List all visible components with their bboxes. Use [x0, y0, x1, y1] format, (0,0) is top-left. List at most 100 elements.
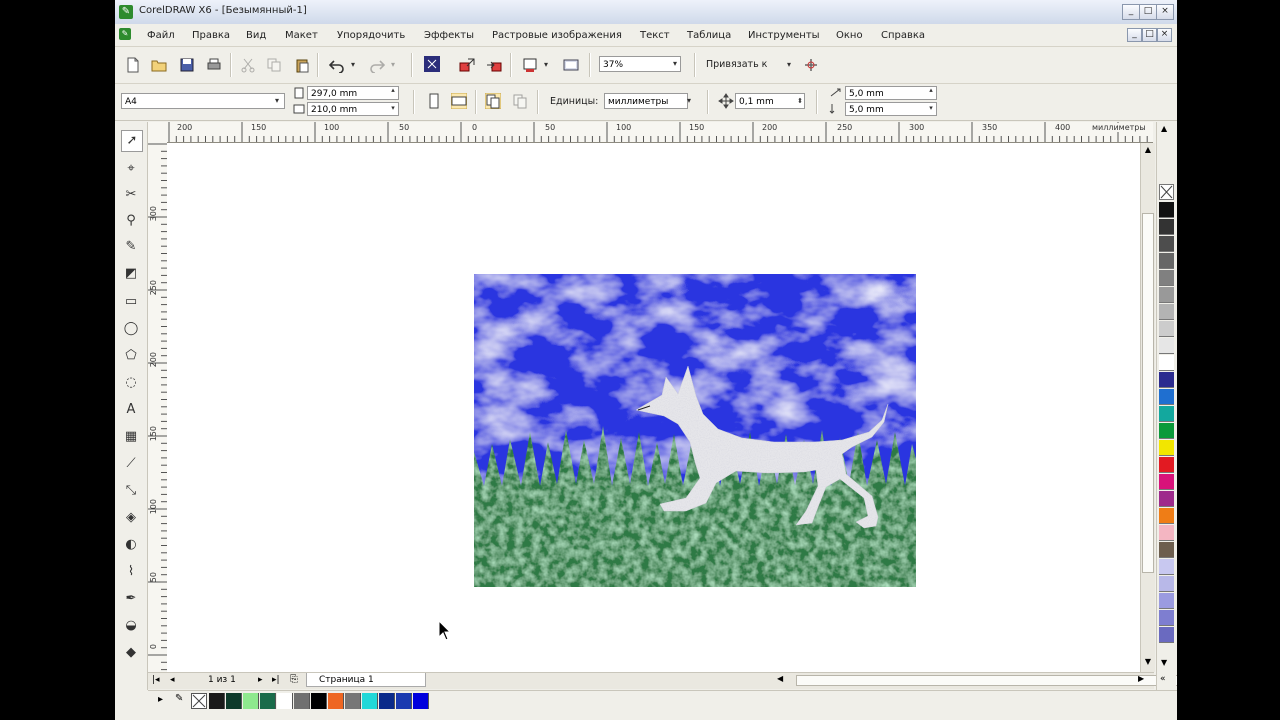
units-select[interactable]: миллиметры — [604, 93, 688, 109]
eyedropper-palette-icon[interactable]: ✎ — [175, 693, 183, 704]
palette-swatch[interactable] — [1159, 253, 1174, 269]
snap-to-dropdown-icon[interactable]: ▾ — [783, 58, 795, 72]
drawing-canvas[interactable] — [167, 143, 1140, 672]
vertical-ruler[interactable]: 300 250 200 150 100 50 0 — [148, 142, 168, 672]
palette-swatch[interactable] — [1159, 491, 1174, 507]
palette-swatch[interactable] — [1159, 525, 1174, 541]
document-color-swatch[interactable] — [243, 693, 259, 709]
undo-icon[interactable] — [329, 57, 345, 73]
menu-help[interactable]: Справка — [881, 30, 925, 41]
connector-tool-icon[interactable]: ⤡ — [121, 481, 141, 501]
application-launcher-icon[interactable] — [522, 57, 538, 73]
horizontal-scroll-thumb[interactable] — [796, 675, 1177, 686]
last-page-icon[interactable]: ▸| — [272, 675, 280, 685]
document-color-swatch[interactable] — [413, 693, 429, 709]
options-icon[interactable] — [803, 57, 819, 73]
add-page-icon[interactable]: ⎘ — [290, 674, 298, 685]
palette-options-icon[interactable]: ▸ — [158, 694, 163, 705]
document-color-swatch[interactable] — [226, 693, 242, 709]
page-width-field[interactable]: 297,0 mm — [307, 86, 399, 100]
current-page-icon[interactable] — [512, 93, 528, 109]
doc-close-button[interactable]: × — [1157, 28, 1172, 42]
new-document-icon[interactable] — [125, 57, 141, 73]
menu-view[interactable]: Вид — [246, 30, 266, 41]
palette-swatch[interactable] — [1159, 389, 1174, 405]
palette-expand-icon[interactable]: « — [1160, 674, 1166, 684]
menu-table[interactable]: Таблица — [687, 30, 731, 41]
palette-swatch[interactable] — [1159, 423, 1174, 439]
snap-to-label[interactable]: Привязать к — [706, 59, 767, 70]
landscape-icon[interactable] — [451, 93, 467, 109]
menu-bitmaps[interactable]: Растровые изображения — [492, 30, 622, 41]
scroll-right-icon[interactable]: ▶ — [1138, 674, 1144, 683]
height-spin-icon[interactable]: ▾ — [387, 103, 399, 113]
eyedropper-tool-icon[interactable]: ⌇ — [121, 562, 141, 582]
document-color-swatch[interactable] — [294, 693, 310, 709]
text-tool-icon[interactable]: A — [121, 400, 141, 420]
scroll-down-icon[interactable]: ▼ — [1142, 657, 1154, 667]
palette-swatch[interactable] — [1159, 304, 1174, 320]
no-fill-swatch[interactable] — [191, 693, 207, 709]
menu-arrange[interactable]: Упорядочить — [337, 30, 405, 41]
launcher-dropdown-icon[interactable]: ▾ — [540, 58, 552, 72]
palette-swatch[interactable] — [1159, 593, 1174, 609]
palette-swatch[interactable] — [1159, 355, 1174, 371]
vertical-scrollbar[interactable]: ▲ ▼ — [1140, 143, 1155, 672]
save-icon[interactable] — [179, 57, 195, 73]
palette-swatch[interactable] — [1159, 559, 1174, 575]
maximize-button[interactable]: □ — [1139, 4, 1157, 20]
menu-text[interactable]: Текст — [640, 30, 670, 41]
palette-swatch[interactable] — [1159, 270, 1174, 286]
import-icon[interactable] — [459, 57, 475, 73]
rectangle-tool-icon[interactable]: ▭ — [121, 292, 141, 312]
document-color-swatch[interactable] — [311, 693, 327, 709]
palette-scroll-up-icon[interactable]: ▲ — [1161, 124, 1167, 133]
document-color-swatch[interactable] — [396, 693, 412, 709]
palette-swatch[interactable] — [1159, 457, 1174, 473]
document-color-swatch[interactable] — [328, 693, 344, 709]
table-tool-icon[interactable]: ▦ — [121, 427, 141, 447]
palette-swatch[interactable] — [1159, 627, 1174, 643]
palette-swatch[interactable] — [1159, 338, 1174, 354]
duplicate-distance-y-field[interactable]: 5,0 mm — [845, 102, 937, 116]
close-button[interactable]: × — [1156, 4, 1174, 20]
paste-icon[interactable] — [294, 57, 310, 73]
shape-tool-icon[interactable]: ⌖ — [121, 159, 141, 179]
document-color-swatch[interactable] — [260, 693, 276, 709]
menu-file[interactable]: Файл — [147, 30, 175, 41]
crop-tool-icon[interactable]: ✂ — [121, 185, 141, 205]
palette-swatch[interactable] — [1159, 576, 1174, 592]
page-height-field[interactable]: 210,0 mm — [307, 102, 399, 116]
undo-dropdown-icon[interactable]: ▾ — [347, 58, 359, 72]
print-icon[interactable] — [206, 57, 222, 73]
export-icon[interactable] — [486, 57, 502, 73]
document-color-swatch[interactable] — [379, 693, 395, 709]
polygon-tool-icon[interactable]: ⬠ — [121, 346, 141, 366]
palette-swatch[interactable] — [1159, 236, 1174, 252]
units-dropdown-icon[interactable]: ▾ — [683, 94, 695, 108]
outline-pen-tool-icon[interactable]: ✒ — [121, 589, 141, 609]
page-size-dropdown-icon[interactable]: ▾ — [271, 94, 283, 108]
minimize-button[interactable]: _ — [1122, 4, 1140, 20]
palette-swatch[interactable] — [1159, 610, 1174, 626]
duplicate-distance-x-field[interactable]: 5,0 mm — [845, 86, 937, 100]
nudge-spin-icon[interactable]: ⬍ — [794, 94, 806, 108]
palette-swatch[interactable] — [1159, 508, 1174, 524]
palette-swatch[interactable] — [1159, 219, 1174, 235]
zoom-dropdown-icon[interactable]: ▾ — [669, 57, 681, 71]
scroll-up-icon[interactable]: ▲ — [1142, 145, 1154, 155]
page-tab[interactable]: Страница 1 — [306, 673, 426, 687]
palette-swatch[interactable] — [1159, 406, 1174, 422]
fill-tool-icon[interactable]: ◒ — [121, 616, 141, 636]
menu-edit[interactable]: Правка — [192, 30, 230, 41]
palette-swatch[interactable] — [1159, 287, 1174, 303]
ellipse-tool-icon[interactable]: ◯ — [121, 319, 141, 339]
search-content-icon[interactable] — [424, 56, 440, 72]
blend-tool-icon[interactable]: ◈ — [121, 508, 141, 528]
basic-shapes-tool-icon[interactable]: ◌ — [121, 373, 141, 393]
open-folder-icon[interactable] — [151, 57, 167, 73]
welcome-screen-icon[interactable] — [563, 57, 579, 73]
width-spin-up-icon[interactable]: ▴ — [387, 85, 399, 95]
prev-page-icon[interactable]: ◂ — [170, 675, 175, 685]
vertical-scroll-thumb[interactable] — [1142, 213, 1154, 573]
